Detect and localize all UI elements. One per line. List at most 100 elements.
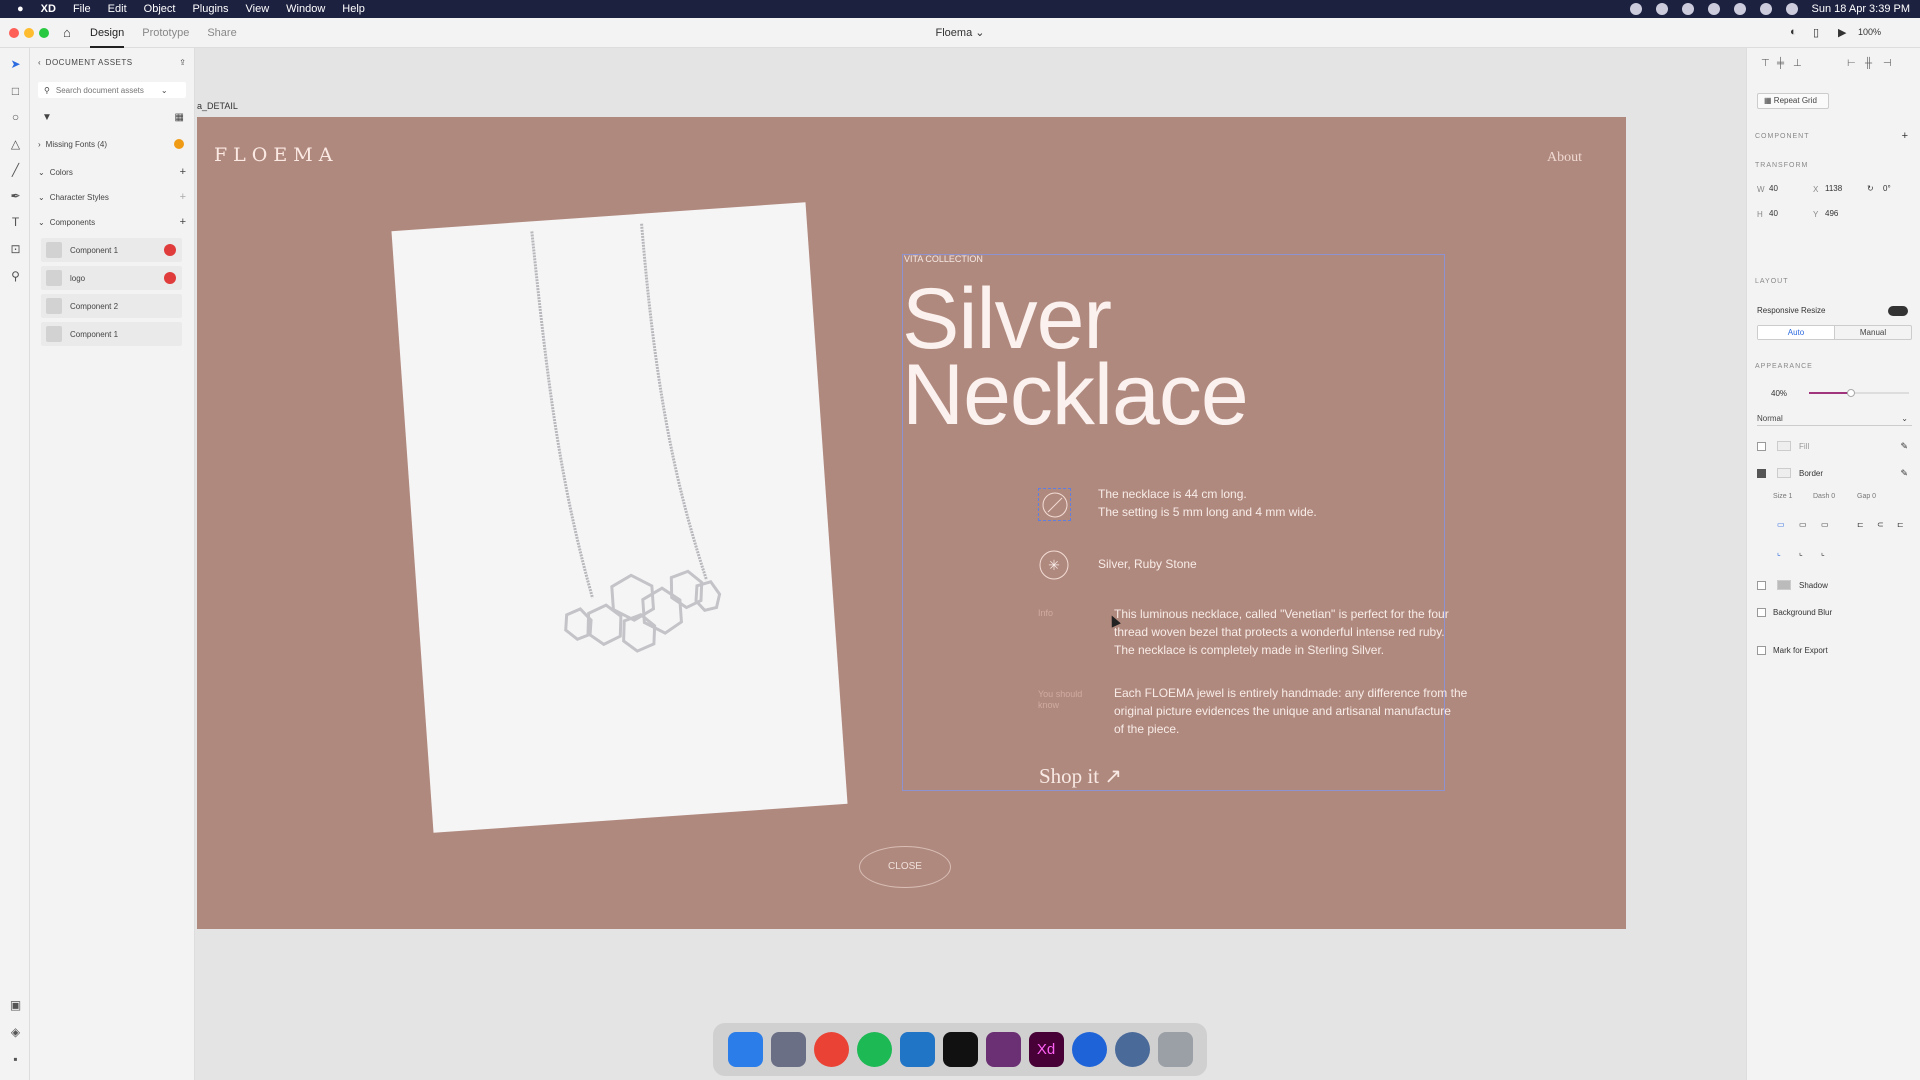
plugins-panel-icon[interactable]: ▪ [9, 1053, 22, 1066]
menu-file[interactable]: File [73, 3, 91, 15]
component-item[interactable]: logo [41, 266, 182, 290]
sparkle-icon[interactable]: ✳ [1038, 549, 1071, 582]
blend-mode-select[interactable]: Normal ⌄ [1757, 412, 1912, 426]
join-miter-icon[interactable]: ⌞ [1777, 548, 1781, 557]
stroke-outer-icon[interactable]: ▭ [1821, 520, 1829, 529]
back-chevron-icon[interactable]: ‹ [38, 58, 41, 67]
stroke-inner-icon[interactable]: ▭ [1777, 520, 1785, 529]
clock[interactable]: Sun 18 Apr 3:39 PM [1812, 3, 1910, 15]
border-size-field[interactable]: Size 1 [1773, 493, 1792, 500]
y-field[interactable]: 496 [1825, 209, 1838, 218]
border-checkbox[interactable] [1757, 469, 1766, 478]
artboard[interactable]: FLOEMA About VITA COLLECTION Silver Neck… [197, 117, 1626, 929]
border-gap-field[interactable]: Gap 0 [1857, 493, 1876, 500]
opacity-slider-handle[interactable] [1847, 389, 1855, 397]
add-color-icon[interactable]: + [180, 166, 186, 178]
quicktime-icon[interactable] [1114, 1032, 1150, 1067]
shadow-swatch[interactable] [1777, 580, 1791, 590]
vscode-icon[interactable] [899, 1032, 935, 1067]
finder-icon[interactable] [727, 1032, 763, 1067]
grid-view-icon[interactable]: ▦ [175, 112, 184, 123]
spec-line-2[interactable]: The setting is 5 mm long and 4 mm wide. [1098, 503, 1317, 521]
width-field[interactable]: 40 [1769, 184, 1778, 193]
manual-button[interactable]: Manual [1834, 326, 1911, 339]
info-line-1[interactable]: This luminous necklace, called "Venetian… [1114, 605, 1449, 623]
know-line-1[interactable]: Each FLOEMA jewel is entirely handmade: … [1114, 684, 1467, 702]
info-label[interactable]: Info [1038, 608, 1053, 619]
add-style-icon[interactable]: + [180, 191, 186, 203]
chevron-down-icon[interactable]: ⌄ [38, 193, 45, 202]
know-label-2[interactable]: know [1038, 700, 1059, 711]
text-tool-icon[interactable]: T [9, 216, 22, 229]
know-line-2[interactable]: original picture evidences the unique an… [1114, 702, 1451, 720]
add-component-icon[interactable]: + [180, 216, 186, 228]
line-tool-icon[interactable]: ╱ [9, 164, 22, 177]
responsive-toggle[interactable] [1888, 306, 1908, 316]
filter-icon[interactable]: ▼ [42, 112, 52, 123]
component-item[interactable]: Component 1 [41, 322, 182, 346]
fill-checkbox[interactable] [1757, 442, 1766, 451]
spec-line-1[interactable]: The necklace is 44 cm long. [1098, 485, 1247, 503]
background-blur-select[interactable]: Background Blur [1773, 608, 1832, 617]
about-link[interactable]: About [1547, 150, 1582, 166]
export-checkbox[interactable] [1757, 646, 1766, 655]
repeat-grid-button[interactable]: ▦ Repeat Grid [1757, 93, 1829, 109]
opacity-field[interactable]: 40% [1771, 389, 1787, 398]
menu-edit[interactable]: Edit [108, 3, 127, 15]
align-bottom-icon[interactable]: ⊥ [1793, 58, 1802, 69]
play-icon[interactable]: ▶ [1838, 26, 1846, 39]
menu-help[interactable]: Help [342, 3, 365, 15]
cap-square-icon[interactable]: ⊏ [1897, 520, 1904, 529]
opacity-slider-track[interactable] [1809, 389, 1909, 397]
status-icon-volume[interactable] [1733, 3, 1746, 15]
artboard-name[interactable]: a_DETAIL [197, 101, 238, 111]
menu-object[interactable]: Object [144, 3, 176, 15]
ellipse-tool-icon[interactable]: ○ [9, 111, 22, 124]
stroke-center-icon[interactable]: ▭ [1799, 520, 1807, 529]
info-line-3[interactable]: The necklace is completely made in Sterl… [1114, 641, 1384, 659]
status-icon-sync[interactable] [1655, 3, 1668, 15]
search-assets-input[interactable] [55, 85, 161, 95]
keybase-icon[interactable] [1071, 1032, 1107, 1067]
chevron-down-icon[interactable]: ⌄ [38, 168, 45, 177]
apple-icon[interactable]: ● [17, 3, 24, 15]
info-line-2[interactable]: thread woven bezel that protects a wonde… [1114, 623, 1445, 641]
measure-icon[interactable] [1038, 488, 1071, 521]
select-tool-icon[interactable]: ➤ [9, 58, 22, 71]
launchpad-icon[interactable] [770, 1032, 806, 1067]
floema-logo[interactable]: FLOEMA [214, 144, 338, 166]
align-middle-icon[interactable]: ╪ [1777, 58, 1784, 69]
colors-section[interactable]: Colors [50, 168, 73, 177]
component-item[interactable]: Component 1 [41, 238, 182, 262]
chevron-down-icon[interactable]: ⌄ [38, 218, 45, 227]
align-top-icon[interactable]: ⊤ [1761, 58, 1770, 69]
assets-panel-icon[interactable]: ▣ [9, 999, 22, 1012]
material-text[interactable]: Silver, Ruby Stone [1098, 555, 1197, 573]
know-line-3[interactable]: of the piece. [1114, 720, 1179, 738]
product-title[interactable]: Silver Necklace [902, 276, 1249, 438]
rotation-field[interactable]: 0° [1883, 184, 1891, 193]
menu-window[interactable]: Window [286, 3, 325, 15]
join-bevel-icon[interactable]: ⌞ [1821, 548, 1825, 557]
eyedropper-icon[interactable]: ✎ [1900, 441, 1908, 452]
zoom-tool-icon[interactable]: ⚲ [9, 270, 22, 283]
layers-panel-icon[interactable]: ◈ [9, 1026, 22, 1039]
missing-fonts[interactable]: Missing Fonts (4) [46, 140, 107, 149]
close-button[interactable]: CLOSE [859, 846, 951, 888]
menu-view[interactable]: View [246, 3, 270, 15]
menu-app[interactable]: XD [41, 3, 56, 15]
trash-icon[interactable] [1157, 1032, 1193, 1067]
slack-icon[interactable] [985, 1032, 1021, 1067]
eyedropper-icon[interactable]: ✎ [1900, 468, 1908, 479]
artboard-tool-icon[interactable]: ⊡ [9, 243, 22, 256]
product-photo[interactable] [391, 202, 848, 833]
know-label-1[interactable]: You should [1038, 689, 1082, 700]
chrome-icon[interactable] [813, 1032, 849, 1067]
fill-swatch[interactable] [1777, 441, 1791, 451]
document-title[interactable]: Floema ⌄ [0, 18, 1920, 48]
search-icon[interactable] [1759, 3, 1772, 15]
shadow-checkbox[interactable] [1757, 581, 1766, 590]
components-section[interactable]: Components [50, 218, 95, 227]
character-styles-section[interactable]: Character Styles [50, 193, 109, 202]
x-field[interactable]: 1138 [1825, 184, 1842, 193]
